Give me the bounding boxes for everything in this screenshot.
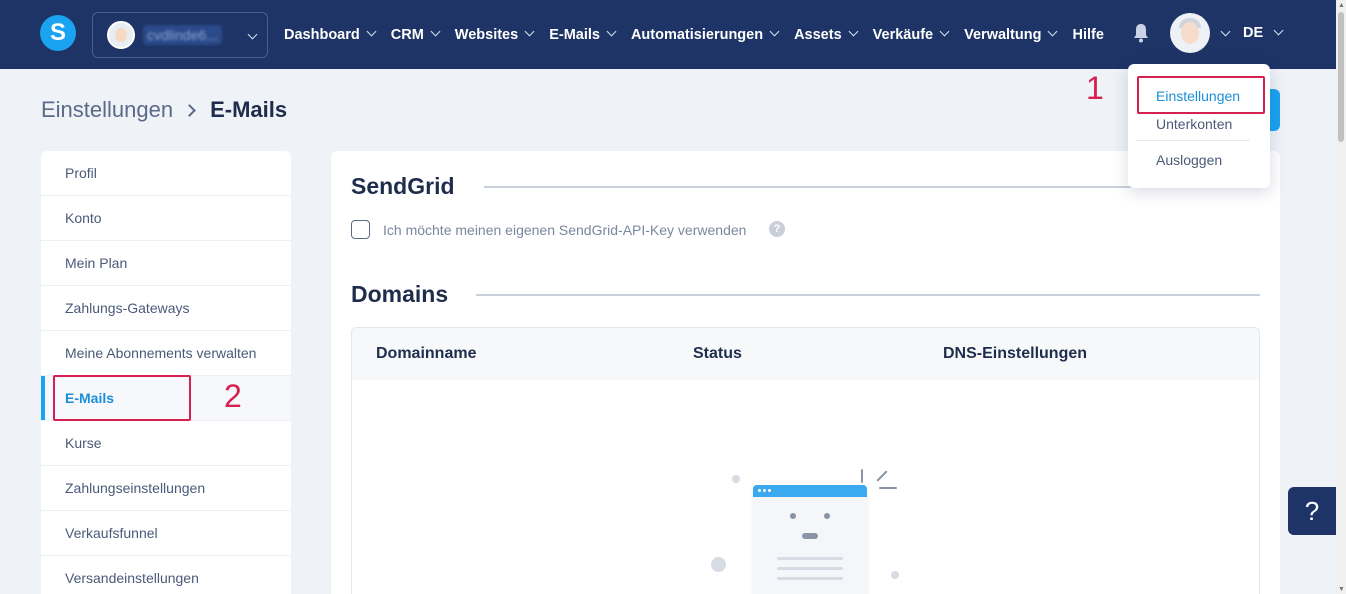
domains-heading: Domains — [351, 281, 449, 307]
breadcrumb: Einstellungen E-Mails — [41, 97, 287, 123]
sidebar-item-plan[interactable]: Mein Plan — [41, 241, 291, 286]
annotation-box-2 — [53, 375, 191, 421]
menu-divider — [1136, 140, 1250, 141]
account-name: cvdlinde6... — [143, 25, 222, 45]
main-menu: Dashboard CRM Websites E-Mails Automatis… — [284, 0, 1120, 69]
chevron-right-icon — [183, 103, 196, 117]
chevron-down-icon — [430, 26, 441, 37]
table-header: Domainname Status DNS-Einstellungen — [352, 328, 1259, 380]
sendgrid-api-key-checkbox[interactable] — [351, 220, 370, 239]
nav-item-help[interactable]: Hilfe — [1072, 27, 1103, 43]
annotation-box-1 — [1137, 76, 1265, 114]
empty-state-illustration — [701, 431, 899, 594]
bell-icon[interactable] — [1132, 23, 1150, 43]
sidebar-item-sales-funnel[interactable]: Verkaufsfunnel — [41, 511, 291, 556]
nav-item-emails[interactable]: E-Mails — [549, 26, 617, 43]
chevron-down-icon — [366, 26, 377, 37]
account-avatar — [107, 21, 135, 49]
column-header-dns: DNS-Einstellungen — [943, 345, 1088, 362]
nav-item-automations[interactable]: Automatisierungen — [631, 26, 780, 43]
app-logo[interactable]: S — [40, 15, 76, 51]
chevron-down-icon — [606, 26, 617, 37]
nav-item-websites[interactable]: Websites — [455, 26, 535, 43]
sidebar-item-subscriptions[interactable]: Meine Abonnements verwalten — [41, 331, 291, 376]
user-avatar[interactable] — [1170, 13, 1210, 53]
sendgrid-checkbox-label: Ich möchte meinen eigenen SendGrid-API-K… — [383, 222, 747, 238]
sendgrid-heading: SendGrid — [351, 173, 455, 199]
sidebar-item-courses[interactable]: Kurse — [41, 421, 291, 466]
annotation-number-1: 1 — [1086, 70, 1104, 106]
breadcrumb-parent[interactable]: Einstellungen — [41, 97, 173, 123]
language-selector[interactable]: DE — [1243, 25, 1284, 41]
nav-item-dashboard[interactable]: Dashboard — [284, 26, 377, 43]
top-navigation: S cvdlinde6... Dashboard CRM Websites E-… — [0, 0, 1336, 69]
chevron-down-icon — [848, 26, 859, 37]
menu-item-logout[interactable]: Ausloggen — [1156, 152, 1222, 168]
sidebar-item-payment-settings[interactable]: Zahlungseinstellungen — [41, 466, 291, 511]
scroll-down-icon[interactable]: ▼ — [1338, 586, 1345, 593]
account-switcher[interactable]: cvdlinde6... — [92, 12, 268, 58]
annotation-number-2: 2 — [224, 378, 242, 414]
chevron-down-icon — [524, 26, 535, 37]
scrollbar-thumb[interactable] — [1338, 12, 1344, 142]
nav-item-administration[interactable]: Verwaltung — [964, 26, 1058, 43]
column-header-status: Status — [693, 345, 742, 362]
chevron-down-icon[interactable] — [1220, 26, 1231, 37]
column-header-domain: Domainname — [376, 345, 477, 362]
email-settings-panel: SendGrid Ich möchte meinen eigenen SendG… — [331, 151, 1280, 594]
sidebar-item-profile[interactable]: Profil — [41, 151, 291, 196]
menu-item-subaccounts[interactable]: Unterkonten — [1156, 116, 1232, 132]
page-title: E-Mails — [210, 97, 288, 122]
section-divider — [476, 294, 1260, 296]
sidebar-item-payment-gateways[interactable]: Zahlungs-Gateways — [41, 286, 291, 331]
help-floating-button[interactable]: ? — [1288, 487, 1336, 535]
sidebar-item-shipping-settings[interactable]: Versandeinstellungen — [41, 556, 291, 594]
chevron-down-icon — [769, 26, 780, 37]
sidebar-item-account[interactable]: Konto — [41, 196, 291, 241]
scroll-up-icon[interactable]: ▲ — [1338, 2, 1345, 9]
chevron-down-icon — [939, 26, 950, 37]
page-scrollbar[interactable]: ▲ ▼ — [1336, 0, 1346, 594]
chevron-down-icon — [1273, 25, 1284, 35]
settings-sidebar: Profil Konto Mein Plan Zahlungs-Gateways… — [41, 151, 291, 594]
chevron-down-icon — [247, 29, 258, 40]
question-icon[interactable]: ? — [769, 221, 785, 237]
nav-item-assets[interactable]: Assets — [794, 26, 859, 43]
nav-item-sales[interactable]: Verkäufe — [873, 26, 950, 43]
nav-item-crm[interactable]: CRM — [391, 26, 441, 43]
chevron-down-icon — [1048, 26, 1058, 37]
